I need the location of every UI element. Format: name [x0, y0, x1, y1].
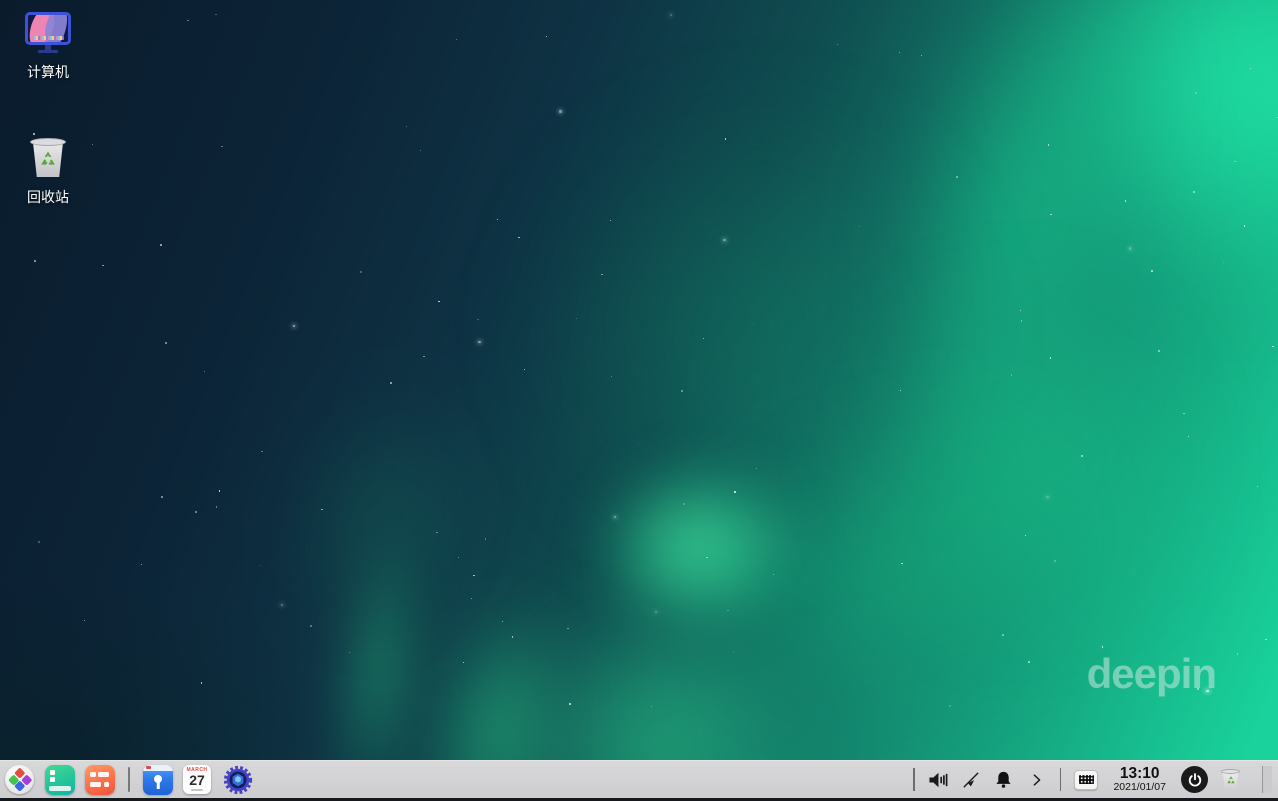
- desktop-screen: deepin 计算机 回收站 MARCH 27 13:10 2021/01/07: [0, 0, 1278, 801]
- launcher-icon: [5, 764, 34, 794]
- calendar-icon-day: 27: [189, 771, 205, 788]
- recycle-symbol-icon: [1226, 775, 1235, 783]
- recycle-bin-icon-label: 回收站: [27, 189, 69, 205]
- clock-widget[interactable]: 13:10 2021/01/07: [1111, 764, 1168, 794]
- dock-item-multitasking-view[interactable]: [45, 764, 75, 795]
- computer-icon: [24, 12, 72, 53]
- power-button[interactable]: [1181, 766, 1208, 793]
- desktop-icon-recycle-bin[interactable]: 回收站: [0, 138, 96, 207]
- tray-divider: [913, 768, 915, 791]
- tray-expand-chevron-icon[interactable]: [1027, 770, 1047, 790]
- dock-item-control-center[interactable]: [223, 765, 253, 795]
- calendar-icon: MARCH 27: [183, 764, 211, 794]
- show-desktop-button[interactable]: [1262, 765, 1272, 794]
- notification-bell-icon[interactable]: [994, 770, 1014, 790]
- power-icon: [1188, 772, 1201, 787]
- dock-separator: [128, 767, 130, 792]
- recycle-symbol-icon: [41, 151, 55, 165]
- computer-icon-label: 计算机: [27, 64, 69, 80]
- dock-item-file-manager[interactable]: [143, 764, 173, 795]
- volume-icon[interactable]: [928, 770, 948, 790]
- clock-time: 13:10: [1119, 764, 1160, 782]
- deepin-watermark: deepin: [1086, 650, 1217, 697]
- multitasking-view-icon: [45, 764, 75, 795]
- dock-apps: MARCH 27: [0, 764, 253, 795]
- aurora-blob: [289, 386, 481, 654]
- pen-icon[interactable]: [961, 770, 981, 790]
- dock-item-calendar[interactable]: MARCH 27: [183, 764, 213, 795]
- control-center-gear-icon: [223, 765, 253, 794]
- dock-item-launcher[interactable]: [5, 764, 35, 795]
- onscreen-keyboard-icon[interactable]: [1074, 769, 1099, 790]
- dock-item-app-grid[interactable]: [85, 764, 115, 795]
- app-grid-icon: [85, 764, 115, 795]
- aurora-blob: [598, 468, 798, 628]
- dock: MARCH 27 13:10 2021/01/07: [0, 760, 1278, 801]
- system-tray: 13:10 2021/01/07: [913, 764, 1278, 794]
- recycle-bin-icon: [28, 138, 68, 178]
- tray-trash-icon[interactable]: [1221, 768, 1240, 791]
- file-manager-icon: [143, 764, 173, 795]
- tray-divider: [1059, 768, 1062, 791]
- clock-date: 2021/01/07: [1113, 781, 1166, 794]
- wallpaper: deepin: [0, 0, 1278, 801]
- desktop-icon-computer[interactable]: 计算机: [0, 12, 96, 82]
